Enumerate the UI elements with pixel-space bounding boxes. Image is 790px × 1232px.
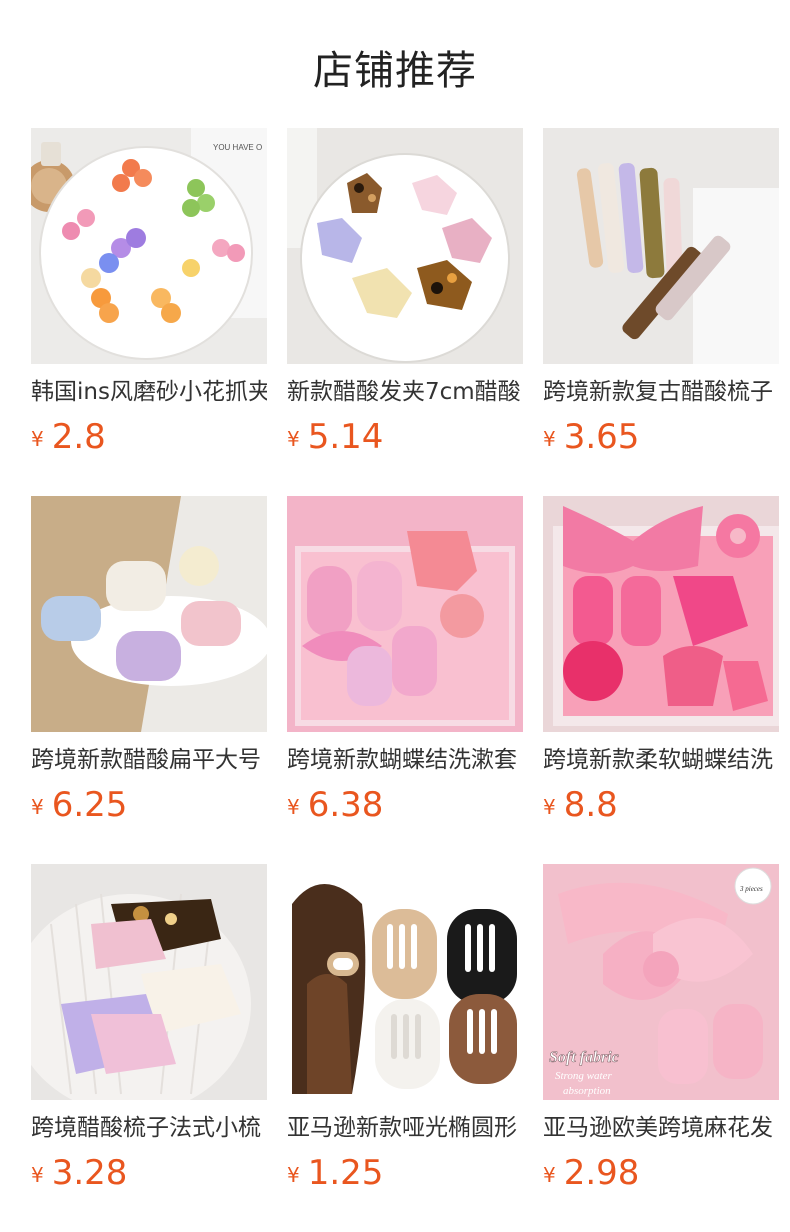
price-value: 3.28: [51, 1153, 128, 1193]
svg-text:Soft fabric: Soft fabric: [549, 1049, 619, 1066]
product-card[interactable]: 跨境醋酸梳子法式小梳 ¥3.28: [31, 864, 267, 1231]
product-name[interactable]: 跨境新款蝴蝶结洗漱套: [287, 745, 523, 775]
currency-symbol: ¥: [287, 427, 300, 451]
svg-text:Strong water: Strong water: [555, 1070, 612, 1082]
acetate-butterfly-clips-image[interactable]: [287, 128, 523, 364]
price-value: 6.25: [51, 785, 128, 825]
product-price: ¥1.25: [287, 1153, 383, 1193]
product-card[interactable]: 新款醋酸发夹7cm醋酸 ¥5.14: [287, 128, 523, 495]
product-price: ¥6.38: [287, 785, 383, 825]
svg-text:YOU HAVE O: YOU HAVE O: [213, 143, 262, 152]
product-card[interactable]: 跨境新款醋酸扁平大号 ¥6.25: [31, 496, 267, 863]
pink-bow-wash-set-image[interactable]: [287, 496, 523, 732]
page-title: 店铺推荐: [313, 48, 477, 94]
product-grid: YOU HAVE O 韩国ins风磨砂小花抓夹 ¥ 2.8 新款醋酸发夹7cm醋…: [31, 128, 779, 1231]
currency-symbol: ¥: [543, 427, 556, 451]
price-value: 2.98: [563, 1153, 640, 1193]
product-price: ¥6.25: [31, 785, 127, 825]
product-name[interactable]: 亚马逊欧美跨境麻花发: [543, 1113, 779, 1143]
hot-pink-wash-set-image[interactable]: [543, 496, 779, 732]
store-recommendations-page: 店铺推荐 YOU HAVE O 韩国ins风磨砂小花抓夹 ¥ 2.8 新款醋酸发…: [0, 0, 790, 1232]
price-value: 3.65: [563, 417, 640, 457]
price-value: 5.14: [307, 417, 384, 457]
product-card[interactable]: 亚马逊新款哑光椭圆形 ¥1.25: [287, 864, 523, 1231]
product-price: ¥8.8: [543, 785, 618, 825]
currency-symbol: ¥: [31, 1163, 44, 1187]
product-price: ¥3.28: [31, 1153, 127, 1193]
french-combs-image[interactable]: [31, 864, 267, 1100]
currency-symbol: ¥: [31, 795, 44, 819]
flat-acetate-clips-image[interactable]: [31, 496, 267, 732]
product-card[interactable]: 3 pieces Soft fabric Strong water absorp…: [543, 864, 779, 1231]
product-price: ¥5.14: [287, 417, 383, 457]
currency-symbol: ¥: [543, 1163, 556, 1187]
product-price: ¥3.65: [543, 417, 639, 457]
product-price: ¥2.98: [543, 1153, 639, 1193]
product-name[interactable]: 亚马逊新款哑光椭圆形: [287, 1113, 523, 1143]
currency-symbol: ¥: [287, 1163, 300, 1187]
product-name[interactable]: 新款醋酸发夹7cm醋酸: [287, 377, 523, 407]
currency-symbol: ¥: [543, 795, 556, 819]
bow-headband-image[interactable]: 3 pieces Soft fabric Strong water absorp…: [543, 864, 779, 1100]
price-value: 6.38: [307, 785, 384, 825]
product-card[interactable]: YOU HAVE O 韩国ins风磨砂小花抓夹 ¥ 2.8: [31, 128, 267, 495]
product-card[interactable]: 跨境新款柔软蝴蝶结洗 ¥8.8: [543, 496, 779, 863]
matte-oval-clips-image[interactable]: [287, 864, 523, 1100]
product-name[interactable]: 跨境新款柔软蝴蝶结洗: [543, 745, 779, 775]
svg-text:3 pieces: 3 pieces: [739, 885, 763, 893]
product-name[interactable]: 跨境新款复古醋酸梳子: [543, 377, 779, 407]
product-name[interactable]: 跨境醋酸梳子法式小梳: [31, 1113, 267, 1143]
price-value: 8.8: [563, 785, 618, 825]
product-card[interactable]: 跨境新款复古醋酸梳子 ¥3.65: [543, 128, 779, 495]
svg-text:absorption: absorption: [563, 1085, 611, 1097]
product-name[interactable]: 韩国ins风磨砂小花抓夹: [31, 377, 267, 407]
price-value: 1.25: [307, 1153, 384, 1193]
acetate-combs-image[interactable]: [543, 128, 779, 364]
currency-symbol: ¥: [287, 795, 300, 819]
currency-symbol: ¥: [31, 427, 44, 451]
product-price: ¥2.8: [31, 417, 106, 457]
product-name[interactable]: 跨境新款醋酸扁平大号: [31, 745, 267, 775]
product-card[interactable]: 跨境新款蝴蝶结洗漱套 ¥6.38: [287, 496, 523, 863]
price-value: 2.8: [51, 417, 106, 457]
flower-claw-clips-image[interactable]: YOU HAVE O: [31, 128, 267, 364]
